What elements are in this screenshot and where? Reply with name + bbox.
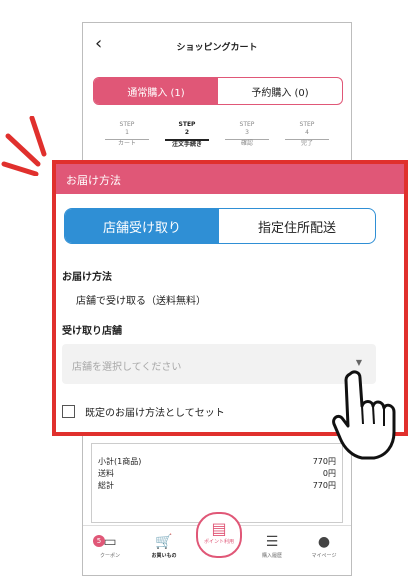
step-name: 完了 (300, 140, 313, 147)
step-name: 注文手続き (171, 141, 202, 148)
step-name: カート (117, 140, 136, 147)
order-summary: 小計(1商品) 770円 送料 0円 総計 770円 (91, 443, 343, 523)
tab-label: 購入履歴 (261, 553, 282, 559)
summary-value: 0円 (322, 469, 336, 478)
pointing-hand-icon (332, 370, 396, 460)
checkbox-label: 既定のお届け方法としてセット (85, 408, 225, 419)
store-label: 受け取り店舗 (62, 326, 122, 337)
tab-mypage[interactable]: ● マイページ (299, 532, 349, 559)
summary-row: 送料 0円 (98, 468, 336, 479)
tab-shopping[interactable]: 🛒 お買いもの (139, 532, 189, 559)
tab-label: ポイント利用 (203, 539, 234, 545)
default-method-checkbox[interactable]: 既定のお届け方法としてセット (62, 404, 225, 419)
step-2: STEP 2 注文手続き (157, 121, 217, 149)
summary-row: 小計(1商品) 770円 (98, 456, 336, 467)
step-number: 2 (184, 129, 190, 136)
step-label: STEP (299, 121, 315, 128)
point-card-icon: ▤ (211, 519, 227, 538)
tab-coupon[interactable]: ▭ クーポン 5 (85, 532, 135, 559)
caret-down-icon: ▼ (355, 358, 362, 367)
summary-label: 総計 (98, 481, 114, 490)
receipt-icon: ☰ (265, 534, 279, 550)
panel-title: お届け方法 (66, 174, 121, 187)
store-select[interactable]: 店舗を選択してください ▼ (62, 344, 376, 384)
header: ‹ ショッピングカート (83, 23, 351, 67)
step-number: 1 (125, 129, 129, 136)
store-select-placeholder: 店舗を選択してください (72, 362, 182, 373)
tab-normal-purchase[interactable]: 通常購入 (1) (94, 78, 218, 104)
summary-label: 小計(1商品) (98, 457, 142, 466)
checkbox-box[interactable] (62, 405, 75, 418)
tab-label: お買いもの (151, 553, 177, 559)
method-value: 店舗で受け取る（送料無料） (76, 296, 206, 307)
step-label: STEP (178, 121, 196, 128)
tab-history[interactable]: ☰ 購入履歴 (247, 532, 297, 559)
step-number: 4 (305, 129, 309, 136)
step-number: 3 (245, 129, 249, 136)
delivery-type-tabs: 店舗受け取り 指定住所配送 (64, 208, 376, 244)
purchase-type-tabs: 通常購入 (1) 予約購入 (0) (93, 77, 343, 105)
step-3: STEP 3 確認 (217, 121, 277, 149)
summary-label: 送料 (98, 469, 114, 478)
page-title: ショッピングカート (176, 43, 258, 53)
cart-icon: 🛒 (155, 534, 173, 550)
tab-label: クーポン (99, 553, 120, 559)
step-label: STEP (239, 121, 255, 128)
step-name: 確認 (240, 140, 253, 147)
step-1: STEP 1 カート (97, 121, 157, 149)
tab-reserve-purchase[interactable]: 予約購入 (0) (218, 78, 342, 104)
user-icon: ● (317, 534, 331, 550)
summary-value: 770円 (312, 481, 336, 490)
tab-store-pickup[interactable]: 店舗受け取り (65, 209, 219, 243)
panel-header: お届け方法 (56, 164, 404, 194)
method-label: お届け方法 (62, 272, 112, 283)
step-indicator: STEP 1 カート STEP 2 注文手続き STEP 3 確認 STEP 4… (97, 121, 337, 149)
coupon-count-badge: 5 (93, 535, 105, 547)
summary-row: 総計 770円 (98, 480, 336, 491)
point-use-button[interactable]: ▤ ポイント利用 (196, 512, 242, 558)
tab-address-delivery[interactable]: 指定住所配送 (219, 209, 375, 243)
step-4: STEP 4 完了 (277, 121, 337, 149)
bottom-tab-bar: ▭ クーポン 5 🛒 お買いもの ▤ ポイント利用 ☰ 購入履歴 ● マイページ (83, 512, 351, 575)
tab-label: マイページ (311, 553, 337, 559)
step-label: STEP (119, 121, 135, 128)
